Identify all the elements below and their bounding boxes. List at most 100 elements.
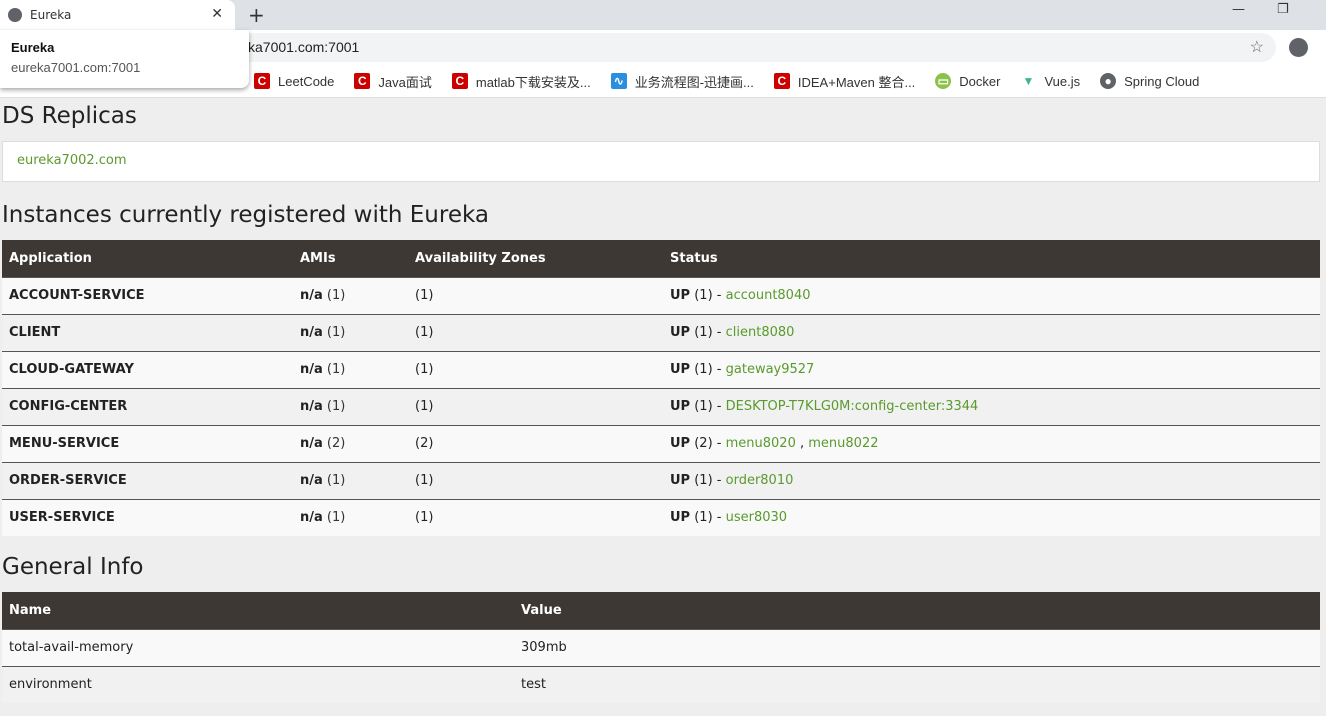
table-row: MENU-SERVICE n/a (2) (2) UP (2) - menu80… [2,424,1320,462]
app-name: ACCOUNT-SERVICE [9,288,145,303]
zones: (1) [415,473,434,488]
info-value: 309mb [514,628,1320,666]
zones: (1) [415,510,434,526]
bookmark-item[interactable]: ∿ 业务流程图-迅捷画... [610,72,754,91]
address-bar[interactable]: ka7001.com:7001 ☆ [90,33,1276,62]
ami: n/a [300,436,323,451]
bookmark-item[interactable]: ▼ Vue.js [1020,73,1081,89]
bookmark-favicon-icon: C [451,73,468,89]
zones: (1) [415,362,434,377]
replica-link[interactable]: eureka7002.com [17,153,127,168]
app-name: MENU-SERVICE [9,436,120,451]
status-count: (1) - [694,510,722,526]
status: UP [670,362,691,377]
info-name: environment [2,665,514,703]
zones: (1) [415,325,434,340]
status: UP [670,473,691,488]
status-count: (2) - [694,436,722,451]
info-value: test [514,665,1320,703]
col-amis: AMIs [293,240,408,277]
ami: n/a [300,325,323,340]
status: UP [670,288,691,303]
app-name: ORDER-SERVICE [9,473,127,488]
bookmark-favicon-icon: ∿ [610,73,627,89]
instance-link[interactable]: order8010 [726,473,794,488]
ami-count: (2) [326,436,346,451]
col-status: Status [663,240,1320,277]
bookmark-label: LeetCode [278,73,335,89]
col-value: Value [514,592,1320,629]
status-count: (1) - [694,399,722,414]
bookmark-item[interactable]: ▭ Docker [935,73,1000,89]
bookmark-favicon-icon: C [773,73,790,89]
info-name: total-avail-memory [2,628,514,666]
bookmark-item[interactable]: C Java面试 [354,72,432,91]
ami: n/a [300,288,323,303]
profile-icon[interactable] [1289,38,1308,57]
bookmark-item[interactable]: C IDEA+Maven 整合... [773,72,916,91]
instance-link[interactable]: client8080 [726,325,795,340]
app-name: CONFIG-CENTER [9,399,128,414]
bookmark-label: Spring Cloud [1124,73,1200,89]
ami: n/a [300,473,323,488]
instance-link[interactable]: DESKTOP-T7KLG0M:config-center:3344 [726,399,979,414]
instance-link[interactable]: user8030 [726,510,787,525]
status-count: (1) - [694,325,722,340]
globe-icon [8,8,22,22]
ami-count: (1) [326,288,346,303]
table-row: CLOUD-GATEWAY n/a (1) (1) UP (1) - gatew… [2,350,1320,388]
table-row: ORDER-SERVICE n/a (1) (1) UP (1) - order… [2,461,1320,499]
bookmark-label: IDEA+Maven 整合... [797,74,916,90]
table-row: CLIENT n/a (1) (1) UP (1) - client8080 [2,313,1320,351]
col-name: Name [2,592,514,629]
table-row: total-avail-memory 309mb [2,628,1320,666]
tab-eureka[interactable]: Eureka ✕ [0,0,235,30]
col-zones: Availability Zones [408,240,663,277]
general-info-heading: General Info [2,554,144,580]
bookmark-item[interactable]: C LeetCode [254,73,334,89]
new-tab-button[interactable]: + [248,3,265,27]
bookmark-star-icon[interactable]: ☆ [1250,33,1264,62]
restore-icon[interactable]: ❐ [1277,2,1289,17]
bookmark-item[interactable]: ● Spring Cloud [1100,73,1199,89]
instance-link[interactable]: menu8020 [726,436,796,451]
bookmark-item[interactable]: Cmatlab下载安装及... [451,72,591,91]
bookmark-favicon-icon: ▼ [1022,74,1035,88]
status: UP [670,436,691,451]
table-row: USER-SERVICE n/a (1) (1) UP (1) - user80… [2,498,1320,536]
status: UP [670,399,691,414]
hover-card-title: Eureka [11,40,55,55]
instance-link[interactable]: account8040 [726,288,811,303]
zones: (1) [415,399,434,414]
bookmark-favicon-icon: ▭ [935,73,952,89]
ami: n/a [300,399,323,414]
page-content: DS Replicas eureka7002.com Instances cur… [0,103,1326,703]
status-count: (1) - [694,473,722,488]
status: UP [670,325,691,340]
instances-table: Application AMIs Availability Zones Stat… [2,240,1320,536]
replicas-box: eureka7002.com [2,141,1320,182]
zones: (1) [415,288,434,303]
ami-count: (1) [326,473,346,488]
ami-count: (1) [326,510,346,526]
bookmark-label: 业务流程图-迅捷画... [634,74,754,90]
ami-count: (1) [326,399,346,414]
minimize-icon[interactable]: — [1232,2,1245,17]
tab-hover-card: Eureka eureka7001.com:7001 [0,30,249,88]
close-tab-icon[interactable]: ✕ [211,6,223,22]
instance-link[interactable]: gateway9527 [726,362,815,377]
col-application: Application [2,240,293,277]
tab-strip: Eureka ✕ + — ❐ [0,0,1326,30]
app-name: CLIENT [9,325,61,340]
ami: n/a [300,362,323,377]
app-name: CLOUD-GATEWAY [9,362,134,377]
app-name: USER-SERVICE [9,510,115,526]
ds-replicas-heading: DS Replicas [2,103,137,129]
ami: n/a [300,510,323,526]
hover-card-url: eureka7001.com:7001 [11,60,141,75]
bookmark-label: Java面试 [378,74,432,90]
instance-link[interactable]: menu8022 [808,436,878,451]
bookmark-favicon-icon: C [254,73,270,89]
status-count: (1) - [694,288,722,303]
instances-heading: Instances currently registered with Eure… [2,202,489,228]
